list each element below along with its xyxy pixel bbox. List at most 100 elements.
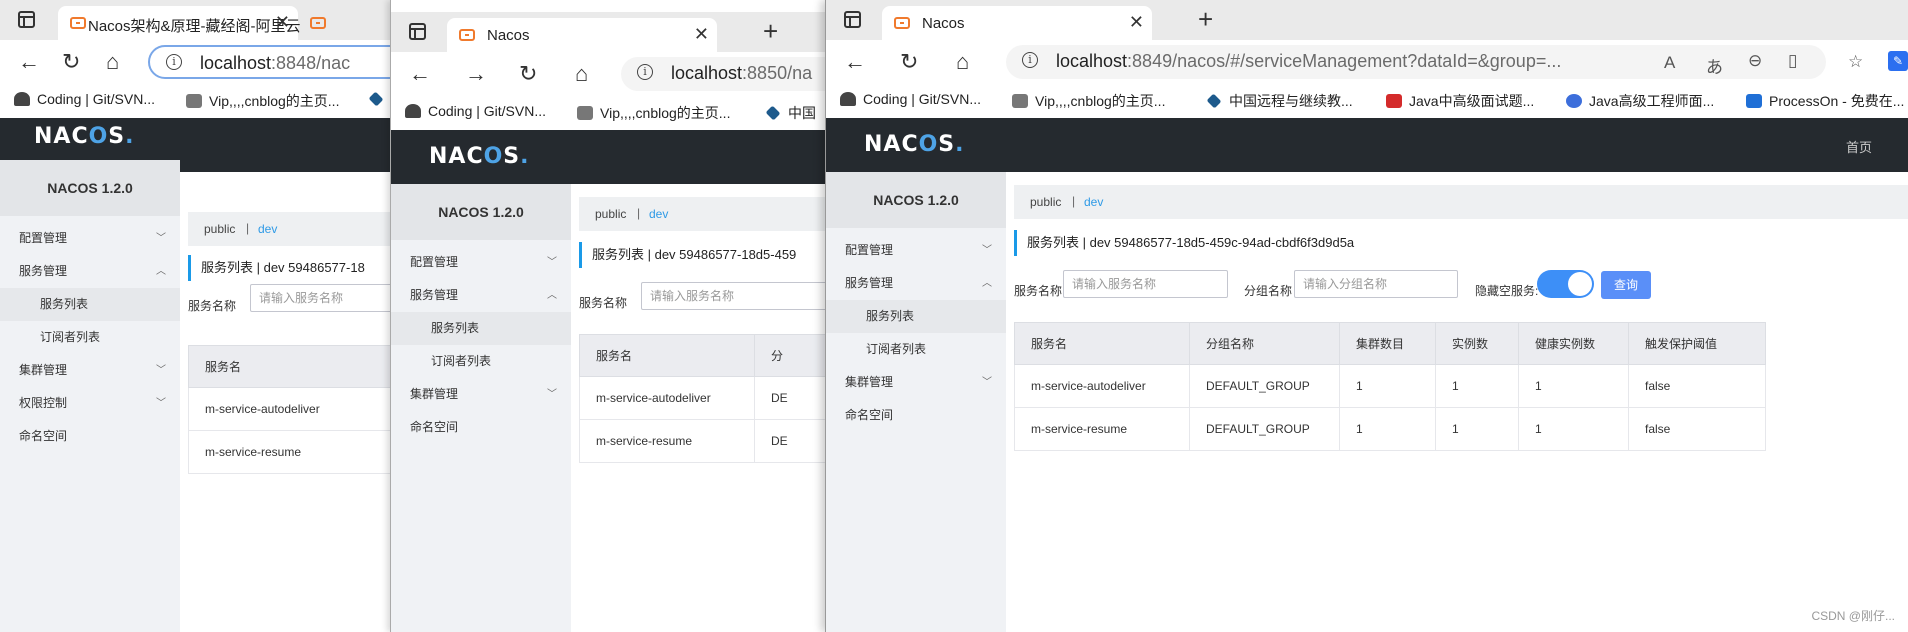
back-icon[interactable]: ← — [409, 60, 431, 88]
menu-config[interactable]: 配置管理 ﹀ — [0, 222, 180, 255]
extension-icon[interactable]: ✎ — [1888, 51, 1908, 71]
menu-config[interactable]: 配置管理 ﹀ — [826, 234, 1006, 267]
bookmark-coding[interactable]: Coding | Git/SVN... — [14, 91, 155, 107]
address-bar[interactable]: i localhost:8848/nac — [148, 45, 390, 79]
tab-actions-icon[interactable] — [844, 11, 861, 28]
service-table: 服务名 m-service-autodeliver m-service-resu… — [188, 345, 390, 474]
menu-namespace[interactable]: 命名空间 — [0, 420, 180, 453]
back-icon[interactable]: ← — [844, 48, 866, 76]
tab-actions-icon[interactable] — [18, 11, 35, 28]
bookmark-cnblog[interactable]: Vip,,,,cnblog的主页... — [186, 91, 339, 111]
col-instance-count: 实例数 — [1435, 322, 1519, 365]
new-tab-icon[interactable]: + — [1198, 4, 1213, 35]
gear-icon — [1566, 94, 1582, 108]
bookmark-coding[interactable]: Coding | Git/SVN... — [840, 91, 981, 107]
menu-namespace[interactable]: 命名空间 — [391, 411, 571, 444]
info-icon[interactable]: i — [166, 54, 182, 70]
home-icon[interactable]: ⌂ — [106, 48, 119, 76]
menu-cluster[interactable]: 集群管理 ﹀ — [391, 378, 571, 411]
zoom-icon[interactable]: ⊖ — [1748, 51, 1762, 71]
close-icon[interactable]: ✕ — [694, 24, 709, 45]
hide-empty-toggle[interactable] — [1537, 270, 1594, 298]
service-name-input[interactable]: 请输入服务名称 — [641, 282, 826, 310]
address-bar[interactable]: i localhost:8849/nacos/#/serviceManageme… — [1006, 45, 1826, 79]
table-row[interactable]: m-service-autodeliver DE — [579, 376, 826, 420]
table-row[interactable]: m-service-resume DEFAULT_GROUP 1 1 1 fal… — [1014, 407, 1766, 451]
service-name-input[interactable]: 请输入服务名称 — [1063, 270, 1228, 298]
split-screen-icon[interactable]: ▯ — [1788, 51, 1797, 71]
menu-service[interactable]: 服务管理 ︿ — [826, 267, 1006, 300]
ns-separator: | — [246, 221, 250, 235]
home-link[interactable]: 首页 — [1846, 137, 1872, 156]
tab-nacos[interactable]: Nacos ✕ — [447, 18, 717, 52]
menu-subscribers[interactable]: 订阅者列表 — [0, 321, 180, 354]
bookmark-java-interview[interactable]: Java中高级面试题... — [1386, 91, 1534, 111]
bookmark-cnblog[interactable]: Vip,,,,cnblog的主页... — [1012, 91, 1165, 111]
table-row[interactable]: m-service-resume — [188, 430, 390, 474]
table-row[interactable]: m-service-autodeliver DEFAULT_GROUP 1 1 … — [1014, 364, 1766, 408]
home-icon[interactable]: ⌂ — [575, 60, 588, 88]
reload-icon[interactable]: ↻ — [62, 48, 80, 76]
new-tab-icon[interactable]: + — [763, 16, 778, 47]
tab-nacos-2[interactable] — [298, 6, 338, 40]
table-row[interactable]: m-service-resume DE — [579, 419, 826, 463]
table-row[interactable]: m-service-autodeliver — [188, 387, 390, 431]
reload-icon[interactable]: ↻ — [900, 48, 918, 76]
menu-service-list[interactable]: 服务列表 — [391, 312, 571, 345]
ns-dev[interactable]: dev — [1084, 195, 1103, 209]
bookmark-remote-edu[interactable]: 中国远程与继续教... — [1206, 91, 1353, 111]
menu-subscribers[interactable]: 订阅者列表 — [391, 345, 571, 378]
menu-service-list[interactable]: 服务列表 — [826, 300, 1006, 333]
tab-nacos[interactable]: Nacos ✕ — [882, 6, 1152, 40]
menu-cluster[interactable]: 集群管理 ﹀ — [0, 354, 180, 387]
service-name-input[interactable]: 请输入服务名称 — [250, 284, 390, 312]
close-icon[interactable]: ✕ — [1129, 12, 1144, 33]
browser-window-8848: Nacos架构&原理-藏经阁-阿里云 ✕ ← ↻ ⌂ i localhost:8… — [0, 0, 390, 632]
info-icon[interactable]: i — [1022, 52, 1038, 68]
menu-service[interactable]: 服务管理 ︿ — [391, 279, 571, 312]
menu-config[interactable]: 配置管理 ﹀ — [391, 246, 571, 279]
cell-service-name: m-service-autodeliver — [579, 376, 755, 420]
ns-public[interactable]: public — [595, 207, 626, 221]
bookmark-cut[interactable] — [368, 91, 390, 107]
menu-service[interactable]: 服务管理 ︿ — [0, 255, 180, 288]
reload-icon[interactable]: ↻ — [519, 60, 537, 88]
cell-service-name: m-service-resume — [579, 419, 755, 463]
bookmark-cnblog[interactable]: Vip,,,,cnblog的主页... — [577, 103, 730, 123]
ns-public[interactable]: public — [204, 222, 235, 236]
menu-permission[interactable]: 权限控制 ﹀ — [0, 387, 180, 420]
menu-namespace[interactable]: 命名空间 — [826, 399, 1006, 432]
ns-dev[interactable]: dev — [258, 222, 277, 236]
ns-public[interactable]: public — [1030, 195, 1061, 209]
ns-dev[interactable]: dev — [649, 207, 668, 221]
home-icon[interactable]: ⌂ — [956, 48, 969, 76]
bookmark-cut[interactable]: 中国 — [765, 103, 816, 123]
bookmark-java-engineer[interactable]: Java高级工程师面... — [1566, 91, 1714, 111]
address-row: ← ↻ ⌂ i localhost:8849/nacos/#/serviceMa… — [826, 40, 1908, 85]
menu-service-list[interactable]: 服务列表 — [0, 288, 180, 321]
col-service-name: 服务名 — [1014, 322, 1190, 365]
menu-cluster[interactable]: 集群管理 ﹀ — [826, 366, 1006, 399]
processon-icon — [1746, 94, 1762, 108]
tab-nacos-article[interactable]: Nacos架构&原理-藏经阁-阿里云 ✕ — [58, 6, 301, 40]
query-button[interactable]: 查询 — [1601, 271, 1651, 299]
group-name-input[interactable]: 请输入分组名称 — [1294, 270, 1458, 298]
forward-icon[interactable]: → — [465, 60, 487, 88]
back-icon[interactable]: ← — [18, 48, 40, 76]
tab-actions-icon[interactable] — [409, 23, 426, 40]
service-name-label: 服务名称 — [188, 299, 237, 313]
address-bar[interactable]: i localhost:8850/na — [621, 57, 826, 91]
col-group-name: 分组名称 — [1189, 322, 1340, 365]
bookmark-processon[interactable]: ProcessOn - 免费在... — [1746, 91, 1904, 111]
hide-empty-label: 隐藏空服务: — [1475, 284, 1539, 298]
ns-separator: | — [637, 206, 641, 220]
close-icon[interactable]: ✕ — [275, 12, 290, 33]
favorites-star-icon[interactable]: ☆ — [1848, 52, 1863, 72]
menu-subscribers[interactable]: 订阅者列表 — [826, 333, 1006, 366]
translate-icon[interactable]: あ — [1706, 53, 1723, 78]
read-aloud-icon[interactable]: A — [1664, 53, 1675, 73]
service-table: 服务名 分组名称 集群数目 实例数 健康实例数 触发保护阈值 m-service… — [1014, 322, 1766, 451]
nacos-sidebar: NACOS 1.2.0 配置管理 ﹀ 服务管理 ︿ 服务列表 订阅者列表 集群管理 ﹀… — [826, 172, 1006, 632]
info-icon[interactable]: i — [637, 64, 653, 80]
bookmark-coding[interactable]: Coding | Git/SVN... — [405, 103, 546, 119]
